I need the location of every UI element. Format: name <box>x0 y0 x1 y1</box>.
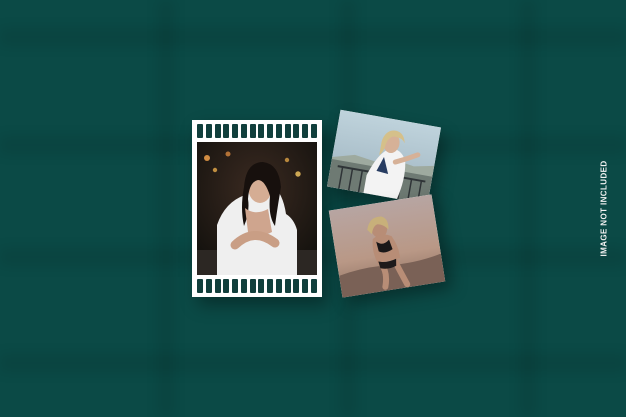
image-not-included-text: IMAGE NOT INCLUDED <box>599 159 609 257</box>
film-perforation-hole <box>249 279 256 293</box>
film-perforation-hole <box>275 124 282 138</box>
film-perforation-hole <box>302 124 309 138</box>
window-shadow-column <box>520 0 536 417</box>
film-perforation-hole <box>197 279 203 293</box>
film-perforation-hole <box>240 279 247 293</box>
film-perforation-hole <box>310 124 317 138</box>
film-strip-frame <box>192 120 322 297</box>
film-perforation-hole <box>223 124 230 138</box>
film-perforation-hole <box>293 124 300 138</box>
film-perforation-hole <box>205 124 212 138</box>
film-perforation-hole <box>258 279 265 293</box>
film-perforation-hole <box>214 124 221 138</box>
film-perforation-hole <box>214 279 221 293</box>
film-perforation-hole <box>205 279 212 293</box>
film-perforation-hole <box>267 279 274 293</box>
film-perforation-hole <box>293 279 300 293</box>
film-perforation-hole <box>284 124 291 138</box>
film-perforation-hole <box>284 279 291 293</box>
woman-sunset-image <box>328 194 446 298</box>
film-photo-woman-portrait <box>197 142 317 275</box>
film-perforation-hole <box>258 124 265 138</box>
film-perforation-hole <box>197 124 203 138</box>
film-perforations-bottom <box>197 279 317 293</box>
image-not-included-label: IMAGE NOT INCLUDED <box>597 160 611 256</box>
film-perforation-hole <box>302 279 309 293</box>
woman-portrait-image <box>197 142 317 275</box>
film-perforation-hole <box>275 279 282 293</box>
film-perforation-hole <box>240 124 247 138</box>
film-perforation-hole <box>267 124 274 138</box>
film-perforation-hole <box>223 279 230 293</box>
mockup-scene: IMAGE NOT INCLUDED <box>0 0 626 417</box>
film-perforation-hole <box>249 124 256 138</box>
window-shadow-column <box>158 0 174 417</box>
film-perforation-hole <box>232 279 239 293</box>
photo-card-woman-sunset <box>328 194 446 298</box>
film-perforations-top <box>197 124 317 138</box>
film-perforation-hole <box>310 279 317 293</box>
film-perforation-hole <box>232 124 239 138</box>
